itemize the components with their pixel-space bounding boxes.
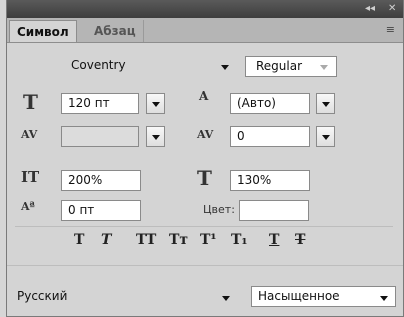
kerning-dropdown[interactable] [146,126,165,147]
antialias-select[interactable]: Насыщенное [251,286,396,307]
leading-dropdown[interactable] [316,93,335,114]
strikethrough-button[interactable]: T [295,231,305,249]
chevron-down-icon[interactable] [221,65,229,70]
font-family-select[interactable]: Coventry [61,56,235,77]
tracking-icon: AV [197,128,214,141]
language-select[interactable]: Русский [17,287,237,308]
faux-bold-button[interactable]: T [74,231,84,249]
vertical-scale-icon: IT [21,168,40,186]
underline-button[interactable]: T [269,231,279,249]
character-panel: ◂◂ ✕ Символ Абзац ≡ Coventry Regular T 1… [6,0,404,317]
panel-titlebar: ◂◂ ✕ [7,0,403,18]
kerning-icon: AV [21,128,38,141]
collapse-icon[interactable]: ◂◂ [365,2,375,16]
tab-character[interactable]: Символ [9,20,77,42]
leading-icon: A [199,89,209,103]
baseline-shift-icon: Aª [21,200,35,213]
close-icon[interactable]: ✕ [388,2,396,16]
subscript-button[interactable]: T₁ [231,231,248,249]
tab-bar: Символ Абзац ≡ [7,18,403,43]
small-caps-button[interactable]: Tт [169,231,188,249]
vertical-scale-input[interactable]: 200% [61,170,141,191]
chevron-down-icon[interactable] [222,296,230,301]
chevron-down-icon[interactable] [380,296,388,301]
faux-italic-button[interactable]: T [101,231,111,249]
panel-menu-icon[interactable]: ≡ [386,23,395,36]
superscript-button[interactable]: T¹ [200,231,217,249]
horizontal-scale-icon: T [197,166,212,190]
tracking-dropdown[interactable] [316,126,335,147]
tab-paragraph[interactable]: Абзац [87,20,144,42]
horizontal-scale-input[interactable]: 130% [230,170,310,191]
tracking-input[interactable]: 0 [230,126,310,147]
chevron-down-icon[interactable] [320,65,328,70]
font-size-input[interactable]: 120 пт [61,93,139,114]
font-size-dropdown[interactable] [146,93,165,114]
leading-input[interactable]: (Авто) [230,93,310,114]
font-size-icon: T [23,90,38,114]
kerning-input[interactable] [61,126,139,147]
baseline-shift-input[interactable]: 0 пт [61,200,141,221]
divider [15,226,393,227]
color-swatch[interactable] [239,200,309,221]
divider [7,265,403,266]
all-caps-button[interactable]: TT [136,231,156,249]
color-label: Цвет: [203,203,235,216]
